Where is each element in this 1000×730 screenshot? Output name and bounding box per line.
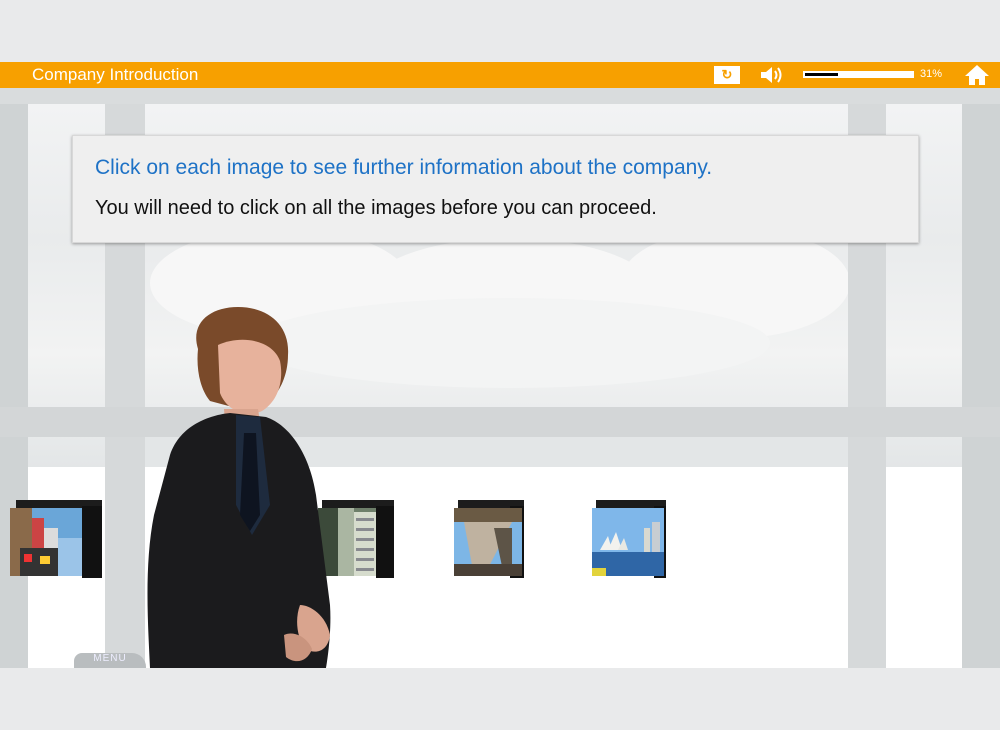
bridge-image[interactable] — [454, 508, 522, 576]
course-title: Company Introduction — [32, 65, 199, 84]
instruction-primary: Click on each image to see further infor… — [95, 156, 713, 179]
sydney-opera-house-image[interactable] — [592, 508, 664, 576]
presenter-figure — [147, 307, 331, 668]
menu-tab[interactable]: MENU — [74, 653, 146, 668]
progress-bar — [803, 71, 914, 78]
city-street-image[interactable] — [10, 508, 82, 576]
course-stage: Company Introduction ↻ 31% Click on each… — [0, 62, 1000, 668]
bridge-image-cube[interactable] — [454, 500, 524, 578]
course-header-bar: Company Introduction ↻ 31% — [0, 62, 1000, 88]
city-street-image-cube[interactable] — [10, 500, 102, 578]
home-icon[interactable] — [964, 64, 990, 86]
progress-bar-fill — [805, 73, 838, 76]
instruction-secondary: You will need to click on all the images… — [95, 197, 657, 219]
speaker-volume-icon[interactable] — [758, 65, 786, 85]
instruction-box: Click on each image to see further infor… — [72, 135, 919, 243]
sydney-opera-house-image-cube[interactable] — [592, 500, 666, 578]
progress-percent: 31% — [920, 68, 943, 80]
replay-icon[interactable]: ↻ — [714, 66, 740, 84]
